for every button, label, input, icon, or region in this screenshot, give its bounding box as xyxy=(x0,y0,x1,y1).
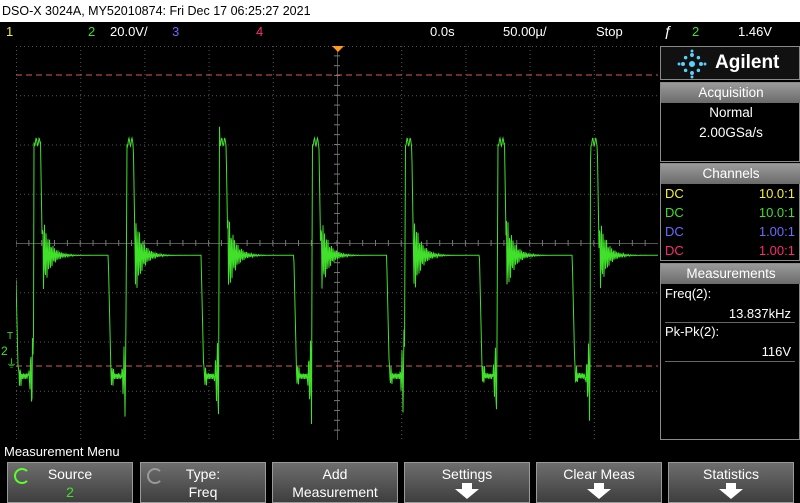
channel-probe: 10.0:1 xyxy=(758,205,795,220)
measurement-label-pkpk: Pk-Pk(2): xyxy=(665,324,720,339)
status-bar: 1 2 20.0V/ 3 4 0.0s 50.00µ/ Stop ƒ 2 1.4… xyxy=(0,22,800,42)
run-state: Stop xyxy=(596,24,623,39)
title-bar: DSO-X 3024A, MY52010874: Fri Dec 17 06:2… xyxy=(0,0,800,22)
trigger-level: 1.46V xyxy=(738,24,772,39)
time-scale: 50.00µ/ xyxy=(503,24,547,39)
waveform-graticule xyxy=(16,46,658,440)
down-arrow-icon xyxy=(719,483,743,499)
channel-probe: 1.00:1 xyxy=(758,224,795,239)
softkey-value: 2 xyxy=(66,484,74,500)
measurements-header: Measurements xyxy=(661,264,800,284)
softkey-source[interactable]: Source 2 xyxy=(7,462,133,503)
ground-icon: ⏚ xyxy=(6,358,17,370)
brand-box: Agilent xyxy=(660,46,800,80)
channels-header: Channels xyxy=(661,164,800,184)
channel-row-1[interactable]: DC 10.0:1 xyxy=(665,185,797,203)
agilent-spark-icon xyxy=(677,49,707,79)
channel-coupling: DC xyxy=(665,205,684,220)
softkey-label: Clear Meas xyxy=(563,466,635,482)
channel-coupling: DC xyxy=(665,243,684,258)
ch3-label[interactable]: 3 xyxy=(172,22,179,42)
menu-title: Measurement Menu xyxy=(0,442,800,461)
trigger-position-marker xyxy=(332,46,344,52)
trigger-level-marker[interactable]: T xyxy=(7,331,13,342)
waveform-display[interactable]: T 2 ⏚ xyxy=(1,46,658,440)
measurement-divider xyxy=(665,322,795,323)
time-delay: 0.0s xyxy=(430,24,455,39)
info-panel: Agilent Acquisition Normal 2.00GSa/s Cha… xyxy=(660,46,800,440)
softkey-value: Freq xyxy=(188,484,218,500)
acquisition-mode: Normal xyxy=(709,105,753,120)
measurement-value-pkpk: 116V xyxy=(761,344,791,359)
ch2-scale: 20.0V/ xyxy=(110,24,148,39)
softkey-type[interactable]: Type: Freq xyxy=(140,462,266,503)
softkey-label: Settings xyxy=(441,466,493,482)
trigger-edge-icon: ƒ xyxy=(664,23,673,40)
acquisition-box: Acquisition Normal 2.00GSa/s xyxy=(660,82,800,162)
measurement-divider xyxy=(665,361,795,362)
softkey-label-2: Measurement xyxy=(292,484,378,500)
acquisition-header: Acquisition xyxy=(661,83,800,103)
acquisition-sample-rate: 2.00GSa/s xyxy=(699,125,763,140)
brand-name: Agilent xyxy=(715,52,780,73)
softkey-label: Statistics xyxy=(702,466,759,482)
softkey-add-measurement[interactable]: Add Measurement xyxy=(272,462,398,503)
ch1-label[interactable]: 1 xyxy=(6,22,13,42)
measurement-value-freq: 13.837kHz xyxy=(728,306,791,321)
softkey-label: Add xyxy=(322,466,348,482)
softkey-label: Source xyxy=(47,466,93,482)
channel-coupling: DC xyxy=(665,186,684,201)
channel-row-4[interactable]: DC 1.00:1 xyxy=(665,242,797,260)
channel-row-3[interactable]: DC 1.00:1 xyxy=(665,223,797,241)
measurements-box: Measurements Freq(2): 13.837kHz Pk-Pk(2)… xyxy=(660,263,800,440)
down-arrow-icon xyxy=(455,483,479,499)
softkey-label: Type: xyxy=(185,466,221,482)
measurement-label-freq: Freq(2): xyxy=(665,286,712,301)
channel-probe: 10.0:1 xyxy=(758,186,795,201)
channel-coupling: DC xyxy=(665,224,684,239)
channels-box: Channels DC 10.0:1 DC 10.0:1 DC 1.00:1 D… xyxy=(660,163,800,261)
trigger-source: 2 xyxy=(692,24,700,39)
ch4-label[interactable]: 4 xyxy=(256,22,263,42)
ch2-label[interactable]: 2 xyxy=(88,22,95,42)
channel-probe: 1.00:1 xyxy=(758,243,795,258)
channel-row-2[interactable]: DC 10.0:1 xyxy=(665,204,797,222)
softkey-statistics[interactable]: Statistics xyxy=(668,462,794,503)
softkey-clear-meas[interactable]: Clear Meas xyxy=(536,462,662,503)
softkey-settings[interactable]: Settings xyxy=(404,462,530,503)
down-arrow-icon xyxy=(587,483,611,499)
